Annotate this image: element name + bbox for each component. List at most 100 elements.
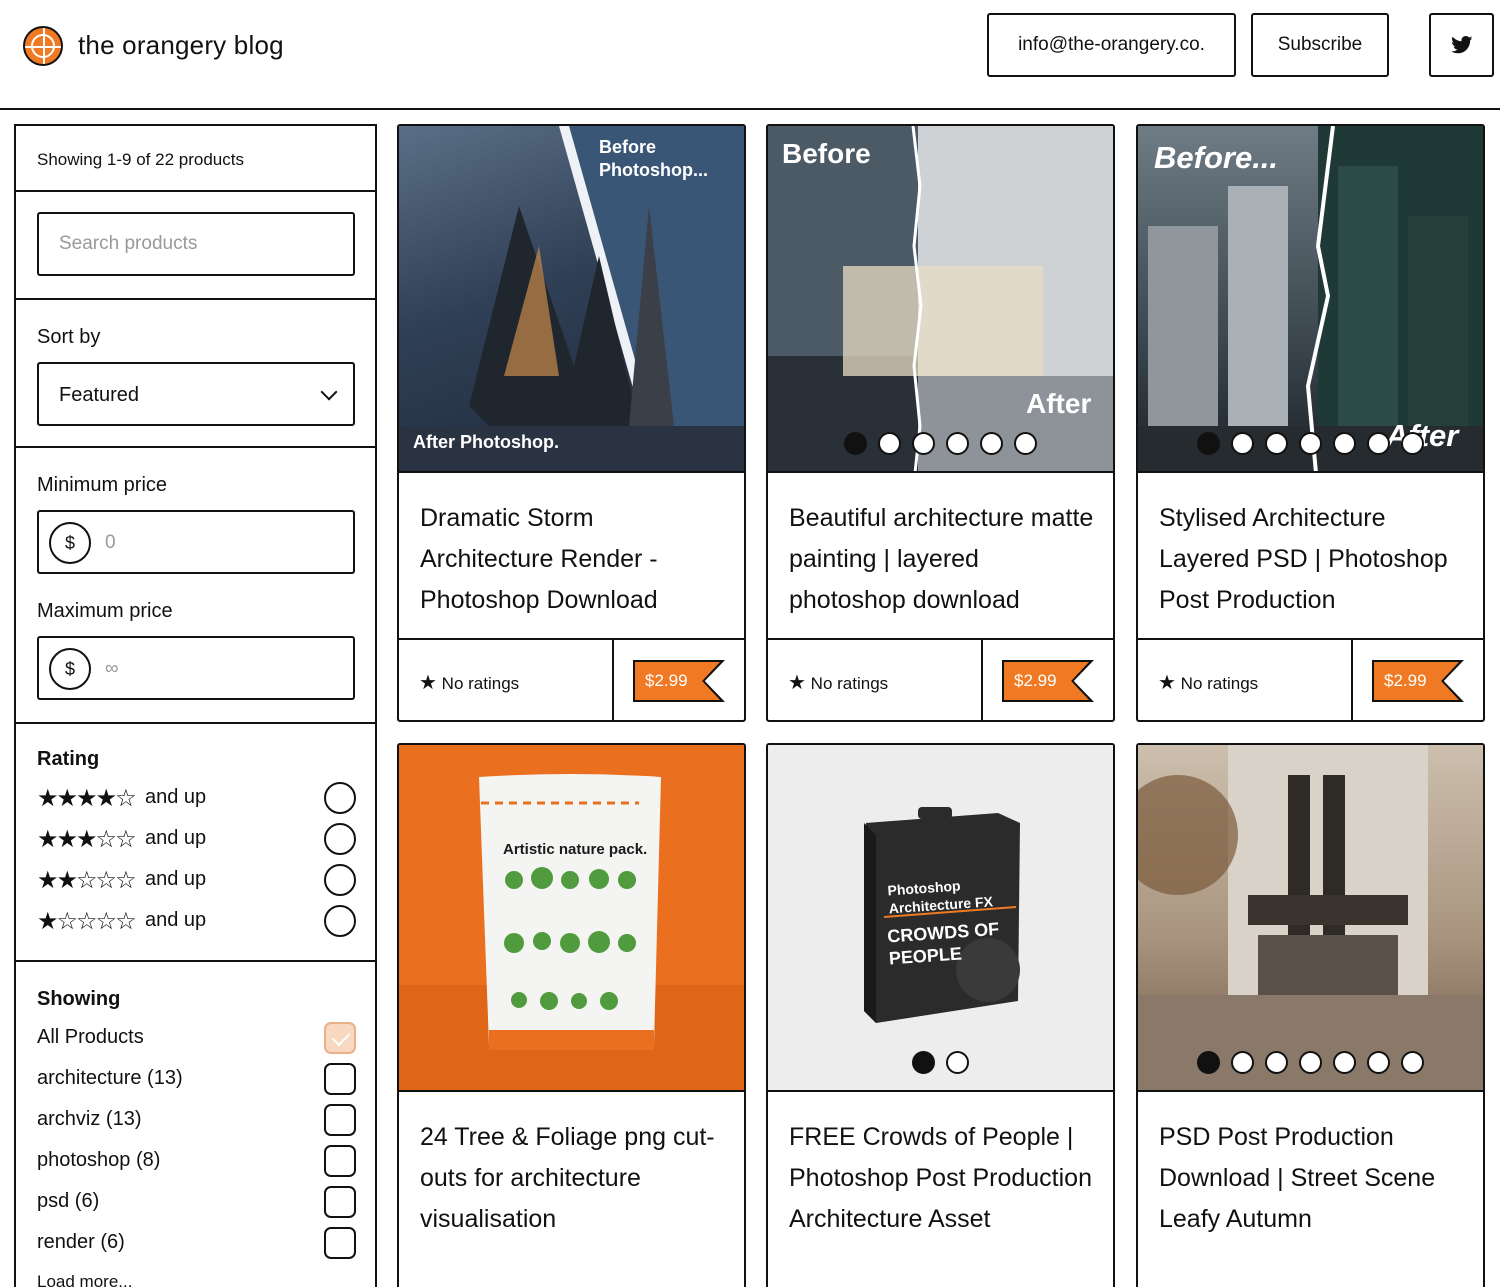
- rating-radio[interactable]: [324, 782, 356, 814]
- category-label: photoshop (8): [37, 1149, 161, 1171]
- carousel-dot[interactable]: [1401, 1051, 1424, 1074]
- category-item[interactable]: photoshop (8): [37, 1145, 357, 1179]
- category-checkbox[interactable]: [324, 1186, 356, 1218]
- min-price-placeholder: 0: [105, 532, 116, 553]
- rating-option[interactable]: ★★★☆☆ and up: [37, 823, 357, 857]
- product-image[interactable]: Before Photoshop... After Photoshop.: [399, 126, 744, 473]
- rating-radio[interactable]: [324, 905, 356, 937]
- star-icon: ★: [788, 670, 806, 694]
- carousel-dots[interactable]: [1138, 432, 1483, 455]
- sort-section: Sort by Featured: [16, 300, 375, 448]
- search-input[interactable]: [37, 212, 355, 276]
- rating-title: Rating: [37, 748, 100, 770]
- carousel-dot[interactable]: [1231, 1051, 1254, 1074]
- product-title[interactable]: PSD Post Production Download | Street Sc…: [1159, 1117, 1469, 1240]
- carousel-dot[interactable]: [1299, 1051, 1322, 1074]
- carousel-dot[interactable]: [1333, 1051, 1356, 1074]
- filter-sidebar: Showing 1-9 of 22 products Sort by Featu…: [14, 124, 377, 1287]
- rating-radio[interactable]: [324, 864, 356, 896]
- category-checkbox[interactable]: [324, 1227, 356, 1259]
- currency-icon: $: [49, 522, 91, 564]
- category-label: render (6): [37, 1231, 125, 1253]
- product-card[interactable]: Photoshop Architecture FX CROWDS OF PEOP…: [766, 743, 1115, 1287]
- rating-text: No ratings: [810, 674, 889, 693]
- carousel-dot[interactable]: [980, 432, 1003, 455]
- carousel-dot[interactable]: [1231, 432, 1254, 455]
- load-more-link[interactable]: Load more...: [37, 1272, 132, 1287]
- star-icon: ★★☆☆☆: [37, 866, 137, 894]
- carousel-dot[interactable]: [1367, 432, 1390, 455]
- rating-radio[interactable]: [324, 823, 356, 855]
- price: $2.99: [1014, 671, 1057, 690]
- product-title[interactable]: Dramatic Storm Architecture Render - Pho…: [420, 498, 730, 621]
- star-icon: ★★★☆☆: [37, 825, 137, 853]
- max-price-field[interactable]: $ ∞: [37, 636, 355, 700]
- carousel-dot[interactable]: [1299, 432, 1322, 455]
- carousel-dot[interactable]: [1197, 432, 1220, 455]
- price-tag[interactable]: $2.99: [1002, 660, 1094, 702]
- image-caption-top: Before...: [1154, 140, 1279, 175]
- product-card[interactable]: Before... After Stylised Architecture La…: [1136, 124, 1485, 722]
- category-checkbox[interactable]: [324, 1063, 356, 1095]
- product-title[interactable]: 24 Tree & Foliage png cut-outs for archi…: [420, 1117, 730, 1240]
- star-icon: ★: [1158, 670, 1176, 694]
- category-label: architecture (13): [37, 1067, 183, 1089]
- min-price-field[interactable]: $ 0: [37, 510, 355, 574]
- carousel-dot[interactable]: [1265, 432, 1288, 455]
- carousel-dots[interactable]: [768, 1051, 1113, 1074]
- carousel-dot[interactable]: [844, 432, 867, 455]
- rating-option[interactable]: ★★★★☆ and up: [37, 782, 357, 816]
- product-image[interactable]: Before After: [768, 126, 1113, 473]
- category-item[interactable]: render (6): [37, 1227, 357, 1261]
- category-item[interactable]: archviz (13): [37, 1104, 357, 1138]
- sort-select[interactable]: Featured: [37, 362, 355, 426]
- product-card[interactable]: Before After Beautiful architecture matt…: [766, 124, 1115, 722]
- star-icon: ★★★★☆: [37, 784, 137, 812]
- product-card[interactable]: Artistic nature pack. 24 Tree & Foliage …: [397, 743, 746, 1287]
- product-image[interactable]: [1138, 745, 1483, 1092]
- image-caption-bottom: After: [1026, 388, 1092, 419]
- carousel-dot[interactable]: [1333, 432, 1356, 455]
- rating-section: Rating ★★★★☆ and up ★★★☆☆ and up ★★☆☆☆ a…: [16, 724, 375, 962]
- rating-option[interactable]: ★☆☆☆☆ and up: [37, 905, 357, 939]
- category-checkbox[interactable]: [324, 1022, 356, 1054]
- product-image[interactable]: Artistic nature pack.: [399, 745, 744, 1092]
- product-title[interactable]: Beautiful architecture matte painting | …: [789, 498, 1099, 621]
- product-card[interactable]: PSD Post Production Download | Street Sc…: [1136, 743, 1485, 1287]
- carousel-dots[interactable]: [768, 432, 1113, 455]
- rating-option-label: and up: [145, 909, 207, 931]
- carousel-dots[interactable]: [1138, 1051, 1483, 1074]
- carousel-dot[interactable]: [878, 432, 901, 455]
- category-checkbox[interactable]: [324, 1145, 356, 1177]
- product-image-art: [864, 807, 1020, 1023]
- results-count-section: Showing 1-9 of 22 products: [16, 126, 375, 192]
- carousel-dot[interactable]: [1401, 432, 1424, 455]
- price-tag[interactable]: $2.99: [1372, 660, 1464, 702]
- price-tag[interactable]: $2.99: [633, 660, 725, 702]
- category-checkbox[interactable]: [324, 1104, 356, 1136]
- orange-slice-icon[interactable]: [23, 26, 63, 66]
- product-image[interactable]: Before... After: [1138, 126, 1483, 473]
- carousel-dot[interactable]: [1197, 1051, 1220, 1074]
- product-image[interactable]: Photoshop Architecture FX CROWDS OF PEOP…: [768, 745, 1113, 1092]
- carousel-dot[interactable]: [1014, 432, 1037, 455]
- category-item[interactable]: All Products: [37, 1022, 357, 1056]
- carousel-dot[interactable]: [912, 432, 935, 455]
- max-price-placeholder: ∞: [105, 658, 119, 679]
- carousel-dot[interactable]: [946, 1051, 969, 1074]
- twitter-button[interactable]: [1429, 13, 1494, 77]
- subscribe-button[interactable]: Subscribe: [1251, 13, 1389, 77]
- category-item[interactable]: architecture (13): [37, 1063, 357, 1097]
- carousel-dot[interactable]: [1367, 1051, 1390, 1074]
- email-button[interactable]: info@the-orangery.co.: [987, 13, 1236, 77]
- carousel-dot[interactable]: [1265, 1051, 1288, 1074]
- brand-name[interactable]: the orangery blog: [78, 30, 284, 61]
- product-card[interactable]: Before Photoshop... After Photoshop. Dra…: [397, 124, 746, 722]
- product-title[interactable]: Stylised Architecture Layered PSD | Phot…: [1159, 498, 1469, 621]
- carousel-dot[interactable]: [912, 1051, 935, 1074]
- carousel-dot[interactable]: [946, 432, 969, 455]
- product-footer: ★ No ratings $2.99: [399, 638, 744, 720]
- rating-option[interactable]: ★★☆☆☆ and up: [37, 864, 357, 898]
- category-item[interactable]: psd (6): [37, 1186, 357, 1220]
- product-title[interactable]: FREE Crowds of People | Photoshop Post P…: [789, 1117, 1099, 1240]
